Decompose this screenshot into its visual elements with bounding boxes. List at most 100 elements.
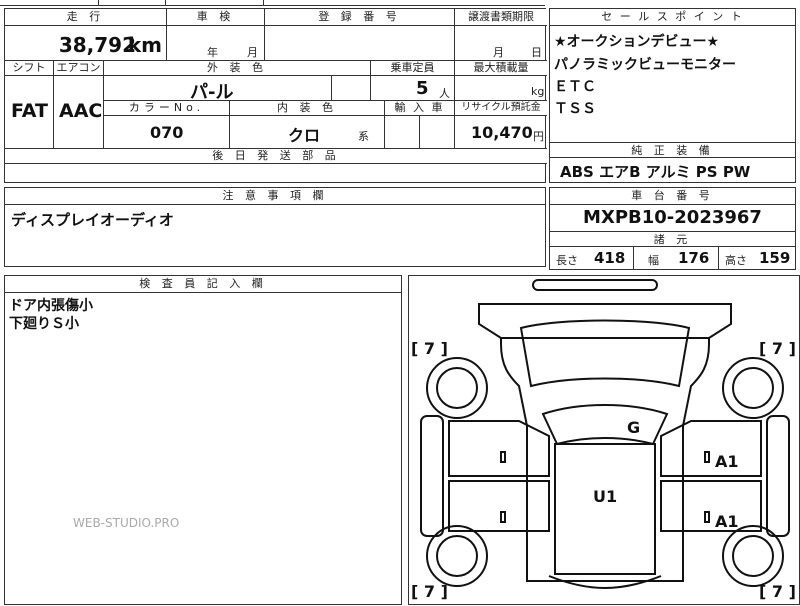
registration-cell	[265, 26, 455, 61]
exterior-color-cell: パ-ル	[104, 76, 332, 103]
max-load-cell: kg	[455, 76, 547, 101]
car-diagram-box: [ 7 ] [ 7 ] [ 7 ] [ 7 ] G A1 A1 U1	[408, 275, 800, 605]
aircon-cell: AAC	[54, 76, 104, 149]
transfer-deadline-header: 譲渡書類期限	[455, 9, 547, 26]
spec-width-value: 176	[678, 249, 710, 267]
windshield	[541, 404, 669, 446]
mileage-cell: 38,792 km	[5, 26, 167, 61]
handle-left-front	[500, 451, 506, 463]
equipment-header: 純 正 装 備	[550, 142, 795, 158]
later-parts-header: 後 日 発 送 部 品	[5, 149, 547, 164]
spec-width-cell: 幅 176	[634, 247, 719, 269]
capacity-header: 乗車定員	[371, 61, 455, 76]
notes-value: ディスプレイオーディオ	[11, 211, 174, 229]
body-outline	[500, 338, 710, 582]
damage-mark-right-rear-door: A1	[715, 512, 739, 531]
tire-mark-fl: [ 7 ]	[411, 339, 448, 358]
handle-right-rear	[704, 511, 710, 523]
left-sill	[420, 415, 444, 537]
shift-value: FAT	[11, 100, 48, 122]
specs-row: 長さ 418 幅 176 高さ 159	[550, 247, 795, 269]
exterior-color-extra-cell	[332, 76, 371, 101]
import-header: 輸 入 車	[385, 101, 455, 116]
inspection-month-unit: 月	[247, 46, 258, 59]
handle-left-rear	[500, 511, 506, 523]
sales-point-3: ＥＴＣ	[554, 79, 596, 95]
registration-header: 登 録 番 号	[265, 9, 455, 26]
door-left-front	[448, 420, 550, 477]
specs-header: 諸 元	[550, 231, 795, 247]
transfer-month-unit: 月	[493, 46, 504, 59]
interior-color-cell: クロ 系	[230, 116, 385, 149]
door-right-front	[660, 420, 762, 477]
tire-mark-rr: [ 7 ]	[759, 582, 796, 601]
recycle-header: リサイクル預託金	[455, 101, 547, 116]
right-sill	[766, 415, 790, 537]
wheel-front-left-inner	[436, 367, 478, 409]
shift-cell: FAT	[5, 76, 54, 149]
sales-points-box: セ ー ル ス ポ イ ン ト ★オークションデビュー★ パノラミックビューモニ…	[549, 8, 796, 183]
transfer-day-unit: 日	[531, 46, 542, 59]
tire-mark-rl: [ 7 ]	[411, 582, 448, 601]
front-bumper-strip	[532, 279, 658, 291]
sales-point-1: ★オークションデビュー★	[554, 34, 720, 50]
damage-mark-glass: G	[627, 418, 641, 437]
color-no-value: 070	[150, 123, 184, 142]
spec-height-cell: 高さ 159	[719, 247, 795, 269]
damage-mark-roof: U1	[593, 487, 618, 506]
notes-box: 注 意 事 項 欄 ディスプレイオーディオ	[4, 187, 546, 267]
transfer-deadline-cell: 月 日	[455, 26, 547, 61]
max-load-unit: kg	[531, 85, 545, 98]
spec-length-cell: 長さ 418	[550, 247, 634, 269]
inspector-box: 検 査 員 記 入 欄 ドア内張傷小 下廻りＳ小 WEB-STUDIO.PRO	[4, 275, 402, 605]
interior-color-suffix: 系	[358, 130, 369, 143]
vehicle-info-table: 走 行 車 検 登 録 番 号 譲渡書類期限 38,792 km 年 月 月 日…	[4, 8, 547, 183]
roof-panel	[554, 443, 656, 575]
equipment-value: ABS エアB アルミ PS PW	[560, 163, 751, 181]
recycle-unit: 円	[533, 130, 544, 143]
wheel-front-right-inner	[732, 367, 774, 409]
inspection-cell: 年 月	[167, 26, 265, 61]
spec-height-value: 159	[759, 249, 791, 267]
exterior-color-header: 外 装 色	[104, 61, 371, 76]
capacity-unit: 人	[439, 87, 450, 100]
inspector-line-2: 下廻りＳ小	[9, 316, 79, 332]
inspection-year-unit: 年	[207, 46, 218, 59]
sales-point-2: パノラミックビューモニター	[554, 57, 736, 73]
aircon-header: エアコン	[54, 61, 104, 76]
color-no-cell: 070	[104, 116, 230, 149]
capacity-cell: 5 人	[371, 76, 455, 101]
later-parts-cell	[5, 164, 547, 182]
spec-length-label: 長さ	[556, 254, 578, 267]
sales-points-header: セ ー ル ス ポ イ ン ト	[550, 9, 795, 26]
handle-right-front	[704, 451, 710, 463]
mileage-value: 38,792	[58, 33, 136, 57]
chassis-box: 車 台 番 号 MXPB10-2023967 諸 元 長さ 418 幅 176 …	[549, 187, 796, 270]
wheel-rear-right-inner	[732, 535, 774, 577]
door-right-rear	[660, 480, 762, 532]
notes-header: 注 意 事 項 欄	[5, 188, 545, 205]
color-no-header: カラーNo.	[104, 101, 230, 116]
import-cell-right	[420, 116, 455, 149]
chassis-header: 車 台 番 号	[550, 188, 795, 205]
spec-width-label: 幅	[648, 254, 659, 267]
damage-mark-right-front-door: A1	[715, 452, 739, 471]
interior-color-header: 内 装 色	[230, 101, 385, 116]
mileage-header: 走 行	[5, 9, 167, 26]
capacity-value: 5	[416, 78, 429, 99]
chassis-value: MXPB10-2023967	[583, 207, 762, 228]
inspection-header: 車 検	[167, 9, 265, 26]
inspector-header: 検 査 員 記 入 欄	[5, 276, 401, 293]
aircon-value: AAC	[59, 100, 103, 122]
watermark: WEB-STUDIO.PRO	[73, 516, 180, 530]
spec-length-value: 418	[594, 249, 626, 267]
shift-header: シフト	[5, 61, 54, 76]
mileage-unit: km	[127, 33, 162, 57]
recycle-value: 10,470	[471, 123, 533, 142]
top-cutoff-strip	[0, 0, 545, 6]
max-load-header: 最大積載量	[455, 61, 547, 76]
sales-point-4: ＴＳＳ	[554, 101, 596, 117]
interior-color-value: クロ	[288, 126, 321, 145]
recycle-cell: 10,470 円	[455, 116, 547, 149]
car-diagram	[420, 279, 790, 589]
